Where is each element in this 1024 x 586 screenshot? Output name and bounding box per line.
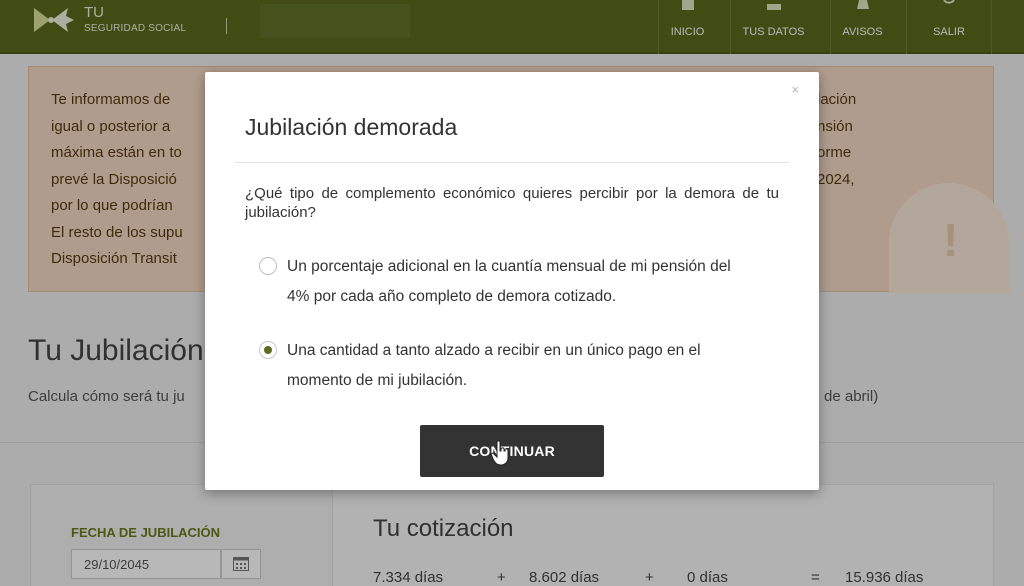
hand-cursor-icon (491, 440, 509, 466)
modal-title: Jubilación demorada (245, 114, 458, 140)
option-label: Una cantidad a tanto alzado a recibir en… (287, 336, 701, 396)
modal-divider (235, 162, 789, 163)
option-line: Un porcentaje adicional en la cuantía me… (287, 258, 731, 275)
jubilacion-demorada-modal: × Jubilación demorada ¿Qué tipo de compl… (205, 72, 819, 490)
option-line: 4% por cada año completo de demora cotiz… (287, 288, 617, 305)
option-line: momento de mi jubilación. (287, 372, 468, 389)
radio-porcentaje[interactable] (259, 257, 277, 275)
option-label: Un porcentaje adicional en la cuantía me… (287, 252, 731, 312)
option-tanto-alzado[interactable]: Una cantidad a tanto alzado a recibir en… (259, 336, 789, 396)
radio-tanto-alzado[interactable] (259, 341, 277, 359)
option-line: Una cantidad a tanto alzado a recibir en… (287, 342, 701, 359)
modal-question: ¿Qué tipo de complemento económico quier… (245, 185, 779, 221)
continue-button[interactable]: CONTINUAR (420, 425, 604, 477)
option-porcentaje-adicional[interactable]: Un porcentaje adicional en la cuantía me… (259, 252, 789, 312)
close-icon[interactable]: × (791, 82, 799, 97)
